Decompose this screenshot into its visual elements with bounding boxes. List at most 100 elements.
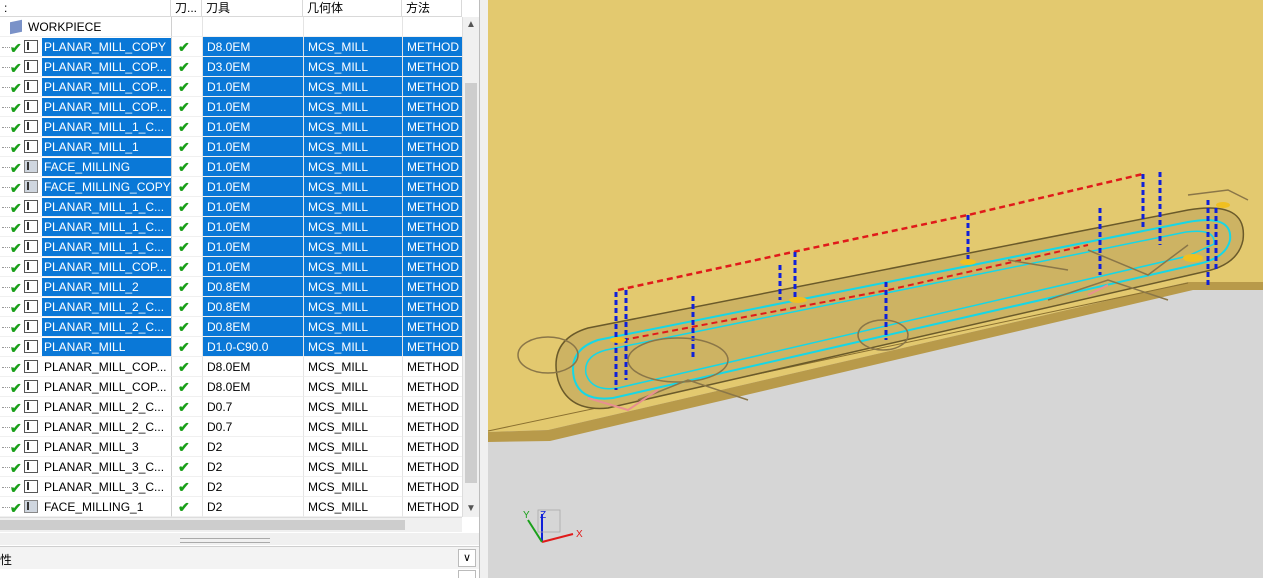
tool-cell: D1.0EM	[202, 197, 303, 217]
status-cell: ✔	[171, 317, 202, 337]
column-header-geometry[interactable]: 几何体	[303, 0, 402, 17]
scroll-up-icon[interactable]: ▲	[466, 19, 476, 30]
operation-name-cell: ✔ PLANAR_MILL_COP...	[0, 97, 171, 117]
planar-mill-icon	[24, 260, 38, 273]
status-check-icon: ✔	[10, 320, 22, 336]
operation-row[interactable]: ✔ PLANAR_MILL_1_C... ✔ D1.0EM MCS_MILL METHOD	[0, 117, 462, 137]
horizontal-scrollbar[interactable]	[0, 517, 462, 532]
complete-check-icon: ✔	[178, 279, 190, 295]
status-cell: ✔	[171, 277, 202, 297]
method-cell: METHOD	[402, 197, 462, 217]
horizontal-scroll-thumb[interactable]	[0, 520, 405, 530]
operation-row[interactable]: ✔ PLANAR_MILL_COPY ✔ D8.0EM MCS_MILL METHOD	[0, 37, 462, 57]
panel-splitter[interactable]	[0, 533, 480, 545]
chevron-down-icon-2[interactable]	[458, 570, 476, 578]
operation-name-cell: ✔ PLANAR_MILL_2_C...	[0, 297, 171, 317]
operation-row[interactable]: ✔ PLANAR_MILL_COP... ✔ D1.0EM MCS_MILL METHOD	[0, 97, 462, 117]
tool-cell: D8.0EM	[202, 357, 303, 377]
method-cell: METHOD	[402, 297, 462, 317]
graphics-viewport[interactable]: X Y Z	[488, 0, 1263, 578]
planar-mill-icon	[24, 100, 38, 113]
method-cell: METHOD	[402, 97, 462, 117]
operation-row[interactable]: ✔ PLANAR_MILL_3_C... ✔ D2 MCS_MILL METHOD	[0, 477, 462, 497]
planar-mill-icon	[24, 140, 38, 153]
status-cell: ✔	[171, 477, 202, 497]
status-check-icon: ✔	[10, 220, 22, 236]
vertical-scroll-thumb[interactable]	[465, 83, 477, 483]
status-check-icon: ✔	[10, 480, 22, 496]
method-cell: METHOD	[402, 497, 462, 517]
column-header-method[interactable]: 方法	[402, 0, 462, 17]
tree-node-workpiece[interactable]: WORKPIECE	[0, 17, 462, 37]
status-check-icon: ✔	[10, 240, 22, 256]
operation-name: PLANAR_MILL_3	[44, 440, 139, 454]
operation-name-cell: ✔ FACE_MILLING_1	[0, 497, 171, 517]
tool-cell: D0.8EM	[202, 297, 303, 317]
operation-name: PLANAR_MILL_2_C...	[44, 400, 165, 414]
operation-row[interactable]: ✔ PLANAR_MILL_2_C... ✔ D0.7 MCS_MILL METHOD	[0, 417, 462, 437]
planar-mill-icon	[24, 420, 38, 433]
status-cell	[171, 17, 202, 37]
operation-row[interactable]: ✔ PLANAR_MILL_1_C... ✔ D1.0EM MCS_MILL METHOD	[0, 197, 462, 217]
column-header-name[interactable]: :	[0, 0, 171, 17]
complete-check-icon: ✔	[178, 239, 190, 255]
operation-row[interactable]: ✔ PLANAR_MILL_3_C... ✔ D2 MCS_MILL METHOD	[0, 457, 462, 477]
geometry-cell: MCS_MILL	[303, 317, 402, 337]
complete-check-icon: ✔	[178, 359, 190, 375]
operation-name-cell: ✔ PLANAR_MILL_1_C...	[0, 197, 171, 217]
operation-row[interactable]: ✔ FACE_MILLING ✔ D1.0EM MCS_MILL METHOD	[0, 157, 462, 177]
operation-name-cell: ✔ PLANAR_MILL_COP...	[0, 377, 171, 397]
column-header-status[interactable]: 刀...	[171, 0, 202, 17]
planar-mill-icon	[24, 120, 38, 133]
operation-row[interactable]: ✔ PLANAR_MILL_1_C... ✔ D1.0EM MCS_MILL METHOD	[0, 237, 462, 257]
operation-name-cell: ✔ PLANAR_MILL_1_C...	[0, 217, 171, 237]
tool-cell: D1.0EM	[202, 237, 303, 257]
operation-row[interactable]: ✔ PLANAR_MILL_3 ✔ D2 MCS_MILL METHOD	[0, 437, 462, 457]
operation-row[interactable]: ✔ PLANAR_MILL_COP... ✔ D8.0EM MCS_MILL METHOD	[0, 377, 462, 397]
tool-cell: D1.0EM	[202, 137, 303, 157]
operation-row[interactable]: ✔ PLANAR_MILL_2_C... ✔ D0.8EM MCS_MILL METHOD	[0, 297, 462, 317]
scroll-down-icon[interactable]: ▼	[466, 503, 476, 514]
operation-row[interactable]: ✔ FACE_MILLING_1 ✔ D2 MCS_MILL METHOD	[0, 497, 462, 517]
operation-row[interactable]: ✔ FACE_MILLING_COPY ✔ D1.0EM MCS_MILL METHOD	[0, 177, 462, 197]
workpiece-name-cell: WORKPIECE	[0, 17, 171, 37]
tool-cell: D1.0-C90.0	[202, 337, 303, 357]
operation-name: PLANAR_MILL_COP...	[42, 58, 171, 76]
operation-name: PLANAR_MILL_1	[42, 138, 171, 156]
chevron-down-icon[interactable]: ∨	[458, 549, 476, 567]
operation-name: PLANAR_MILL_COP...	[44, 380, 167, 394]
operation-row[interactable]: ✔ PLANAR_MILL_COP... ✔ D8.0EM MCS_MILL METHOD	[0, 357, 462, 377]
status-cell: ✔	[171, 377, 202, 397]
tool-cell: D2	[202, 497, 303, 517]
status-check-icon: ✔	[10, 160, 22, 176]
splitter-grip[interactable]	[180, 538, 270, 543]
method-cell: METHOD	[402, 397, 462, 417]
operation-row[interactable]: ✔ PLANAR_MILL_1 ✔ D1.0EM MCS_MILL METHOD	[0, 137, 462, 157]
method-cell: METHOD	[402, 137, 462, 157]
planar-mill-icon	[24, 380, 38, 393]
model-view[interactable]: X Y Z	[488, 0, 1263, 578]
status-cell: ✔	[171, 457, 202, 477]
method-cell: METHOD	[402, 37, 462, 57]
operation-row[interactable]: ✔ PLANAR_MILL_2_C... ✔ D0.7 MCS_MILL METHOD	[0, 397, 462, 417]
geometry-cell: MCS_MILL	[303, 177, 402, 197]
complete-check-icon: ✔	[178, 139, 190, 155]
operation-row[interactable]: ✔ PLANAR_MILL_COP... ✔ D3.0EM MCS_MILL METHOD	[0, 57, 462, 77]
vertical-scrollbar[interactable]: ▲ ▼	[462, 17, 479, 517]
geometry-cell: MCS_MILL	[303, 237, 402, 257]
operation-row[interactable]: ✔ PLANAR_MILL ✔ D1.0-C90.0 MCS_MILL METHOD	[0, 337, 462, 357]
status-cell: ✔	[171, 357, 202, 377]
operation-row[interactable]: ✔ PLANAR_MILL_COP... ✔ D1.0EM MCS_MILL METHOD	[0, 257, 462, 277]
tool-cell: D1.0EM	[202, 177, 303, 197]
properties-section[interactable]: 性 ∨	[0, 546, 480, 569]
operation-row[interactable]: ✔ PLANAR_MILL_COP... ✔ D1.0EM MCS_MILL METHOD	[0, 77, 462, 97]
method-cell: METHOD	[402, 477, 462, 497]
column-header-tool[interactable]: 刀具	[202, 0, 303, 17]
tool-cell: D1.0EM	[202, 157, 303, 177]
status-cell: ✔	[171, 137, 202, 157]
status-check-icon: ✔	[10, 40, 22, 56]
operation-row[interactable]: ✔ PLANAR_MILL_2_C... ✔ D0.8EM MCS_MILL METHOD	[0, 317, 462, 337]
operation-row[interactable]: ✔ PLANAR_MILL_1_C... ✔ D1.0EM MCS_MILL METHOD	[0, 217, 462, 237]
operation-row[interactable]: ✔ PLANAR_MILL_2 ✔ D0.8EM MCS_MILL METHOD	[0, 277, 462, 297]
planar-mill-icon	[24, 400, 38, 413]
